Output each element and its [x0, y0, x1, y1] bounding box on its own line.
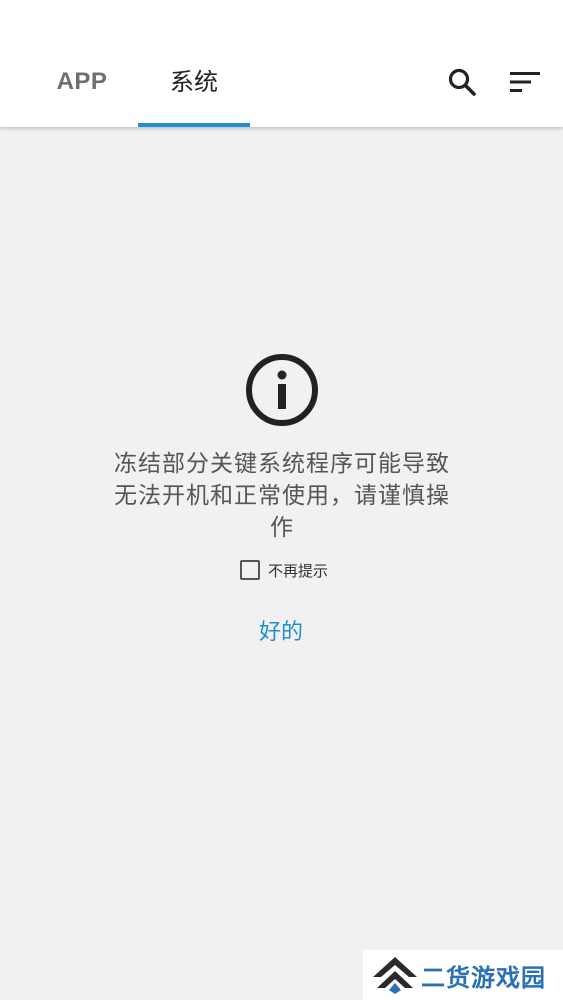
sort-button[interactable] [503, 60, 547, 104]
ok-button[interactable]: 好的 [231, 613, 331, 653]
info-icon [246, 354, 318, 426]
tab-system[interactable]: 系统 [138, 54, 250, 110]
checkbox-label: 不再提示 [268, 561, 329, 580]
search-icon [448, 68, 476, 96]
dont-show-again-checkbox[interactable]: 不再提示 [240, 559, 328, 581]
sort-icon [510, 72, 540, 92]
tab-indicator [138, 123, 250, 127]
tab-app[interactable]: APP [36, 54, 128, 110]
watermark: 二货游戏园 [363, 950, 563, 1000]
warning-message: 冻结部分关键系统程序可能导致无法开机和正常使用，请谨慎操作 [114, 451, 450, 541]
main-content: 冻结部分关键系统程序可能导致无法开机和正常使用，请谨慎操作 不再提示 好的 [0, 127, 563, 1000]
checkbox-box[interactable] [240, 560, 260, 580]
watermark-text: 二货游戏园 [421, 963, 546, 992]
watermark-logo-icon [373, 957, 417, 994]
app-bar: APP 系统 [0, 0, 563, 127]
search-button[interactable] [440, 60, 484, 104]
